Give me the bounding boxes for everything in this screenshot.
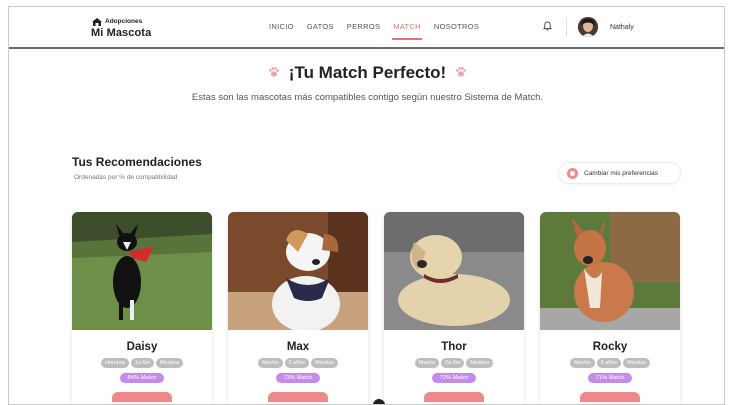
pet-photo: [384, 212, 524, 330]
navbar: Adopciones Mi Mascota INICIO GATOS PERRO…: [9, 7, 724, 49]
pet-tags: Macho 2a 6m Mestizo: [384, 358, 524, 368]
nav-divider: [566, 18, 567, 37]
app-window: Adopciones Mi Mascota INICIO GATOS PERRO…: [8, 6, 725, 405]
pet-cards: Daisy Hembra 1a 6m Mestiza 84% Match Max…: [72, 212, 682, 404]
pet-name: Rocky: [592, 341, 628, 353]
match-badge: 84% Match: [120, 373, 164, 383]
pet-photo: [72, 212, 212, 330]
pet-tags: Macho 3 años Mestizo: [540, 358, 680, 368]
nav-match[interactable]: MATCH: [392, 22, 422, 40]
match-badge: 72% Match: [432, 373, 476, 383]
nav-nosotros[interactable]: NOSOTROS: [434, 22, 479, 31]
match-badge: 73% Match: [276, 373, 320, 383]
main-nav: INICIO GATOS PERROS MATCH NOSOTROS: [269, 22, 492, 40]
pet-breed-tag: Mestizo: [623, 358, 650, 368]
avatar[interactable]: [578, 17, 598, 37]
pet-age-tag: 1a 6m: [130, 358, 154, 368]
match-badge: 71% Match: [588, 373, 632, 383]
pet-name: Thor: [441, 341, 467, 353]
pet-name: Daisy: [126, 341, 158, 353]
house-pets-icon: [92, 18, 102, 26]
pet-action-button[interactable]: [268, 392, 328, 402]
pet-age-tag: 3 años: [596, 358, 622, 368]
change-preferences-button[interactable]: Cambiar mis preferencias: [558, 162, 681, 184]
preferences-icon: [567, 167, 578, 179]
page-title: ¡Tu Match Perfecto!: [9, 63, 724, 83]
user-name[interactable]: Nathaly: [610, 24, 634, 31]
bell-icon[interactable]: [543, 21, 552, 31]
pet-action-button[interactable]: [424, 392, 484, 402]
pet-card[interactable]: Thor Macho 2a 6m Mestizo 72% Match: [384, 212, 524, 404]
pet-age-tag: 2 años: [284, 358, 310, 368]
paw-icon: [268, 67, 279, 77]
nav-perros[interactable]: PERROS: [347, 22, 380, 31]
pet-breed-tag: Mestizo: [311, 358, 338, 368]
page-title-text: ¡Tu Match Perfecto!: [288, 63, 447, 82]
pet-photo: [228, 212, 368, 330]
pet-tags: Hembra 1a 6m Mestiza: [72, 358, 212, 368]
page-subtitle: Estas son las mascotas más compatibles c…: [191, 92, 544, 103]
pet-sex-tag: Macho: [414, 358, 440, 368]
brand-line-2: Mi Mascota: [91, 27, 152, 39]
brand-line-1: Adopciones: [105, 17, 143, 25]
pet-card[interactable]: Daisy Hembra 1a 6m Mestiza 84% Match: [72, 212, 212, 404]
change-preferences-label: Cambiar mis preferencias: [584, 169, 659, 177]
pet-action-button[interactable]: [112, 392, 172, 402]
pet-card[interactable]: Max Macho 2 años Mestizo 73% Match: [228, 212, 368, 404]
pet-photo: [540, 212, 680, 330]
pet-tags: Macho 2 años Mestizo: [228, 358, 368, 368]
paw-icon: [456, 67, 467, 77]
pet-breed-tag: Mestiza: [155, 358, 183, 368]
pet-sex-tag: Macho: [570, 358, 595, 368]
nav-gatos[interactable]: GATOS: [307, 22, 334, 31]
brand-logo[interactable]: Adopciones Mi Mascota: [91, 17, 151, 39]
section-subtitle: Ordenadas por % de compatibilidad: [74, 174, 178, 181]
pet-sex-tag: Macho: [258, 358, 283, 368]
logo-line-1: Adopciones: [91, 17, 151, 27]
scroll-indicator[interactable]: [373, 399, 385, 404]
pet-breed-tag: Mestizo: [466, 358, 494, 368]
pet-name: Max: [286, 341, 310, 353]
avatar-image: [578, 17, 598, 37]
section-title: Tus Recomendaciones: [72, 155, 202, 169]
pet-action-button[interactable]: [580, 392, 640, 402]
pet-card[interactable]: Rocky Macho 3 años Mestizo 71% Match: [540, 212, 680, 404]
pet-age-tag: 2a 6m: [441, 358, 465, 368]
pet-sex-tag: Hembra: [101, 358, 129, 368]
nav-inicio[interactable]: INICIO: [269, 22, 294, 31]
